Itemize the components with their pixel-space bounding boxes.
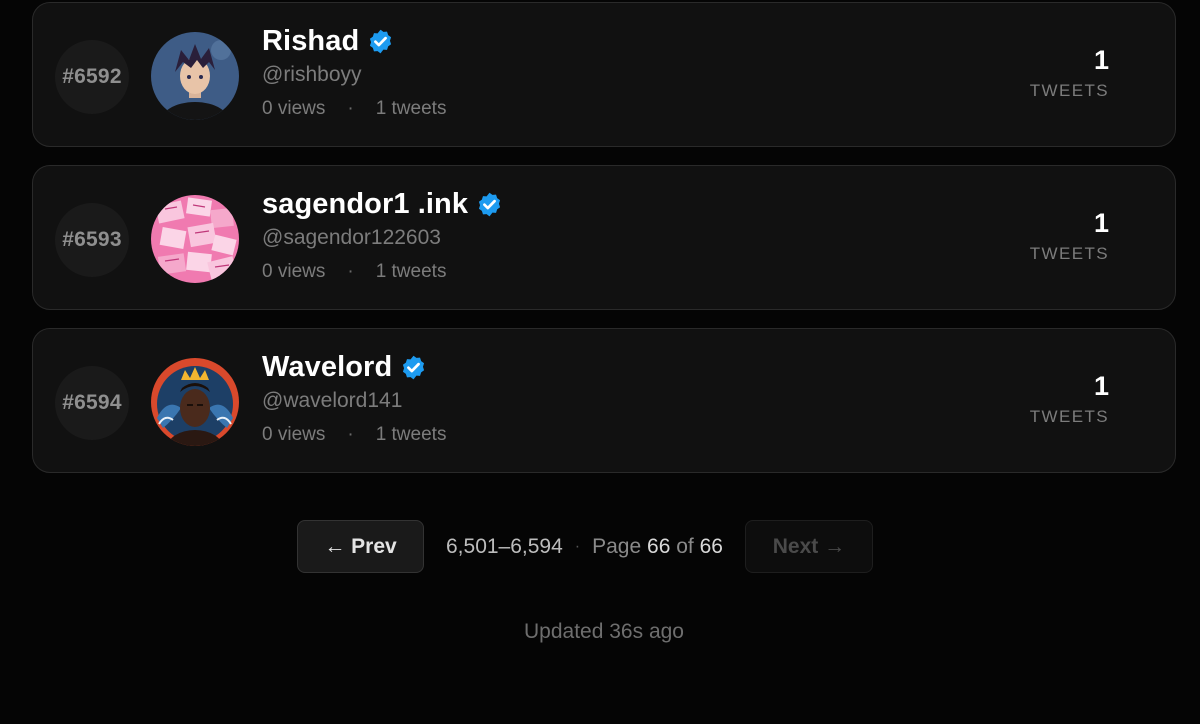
user-handle: @wavelord141 bbox=[262, 389, 403, 412]
user-name[interactable]: Rishad bbox=[262, 25, 359, 58]
page-indicator: Page 66 of 66 bbox=[592, 535, 723, 559]
leaderboard-row[interactable]: #6592 Rishad @rishboyy 0 views · 1 tweet… bbox=[32, 2, 1176, 147]
meta-separator: · bbox=[347, 424, 354, 445]
tweet-count-block: 1 TWEETS bbox=[1030, 206, 1109, 264]
user-name-row: Wavelord bbox=[262, 351, 427, 384]
current-page: 66 bbox=[647, 534, 671, 558]
leaderboard-row[interactable]: #6593 sagendor1 .ink @sagendor122603 0 v… bbox=[32, 165, 1176, 310]
last-updated-status: Updated 36s ago bbox=[524, 620, 684, 643]
meta-separator: · bbox=[347, 261, 354, 282]
pagination-separator: · bbox=[574, 537, 581, 555]
user-handle: @rishboyy bbox=[262, 63, 362, 86]
avatar[interactable] bbox=[151, 358, 239, 446]
result-range: 6,501–6,594 bbox=[446, 534, 563, 558]
user-stats: 0 views · 1 tweets bbox=[262, 424, 446, 446]
page-word: Page bbox=[592, 534, 642, 558]
user-name[interactable]: Wavelord bbox=[262, 351, 392, 384]
tweet-count-label: TWEETS bbox=[1029, 81, 1109, 100]
rank-badge: #6592 bbox=[55, 40, 129, 114]
leaderboard-page: #6592 Rishad @rishboyy 0 views · 1 tweet… bbox=[0, 0, 1200, 724]
avatar[interactable] bbox=[151, 195, 239, 283]
avatar[interactable] bbox=[151, 32, 239, 120]
tweet-count-block: 1 TWEETS bbox=[1030, 43, 1109, 101]
user-stats: 0 views · 1 tweets bbox=[262, 261, 446, 283]
views-count: 0 views bbox=[262, 98, 326, 119]
tweet-count-label: TWEETS bbox=[1029, 244, 1109, 263]
prev-page-button[interactable]: ← Prev bbox=[297, 520, 424, 573]
tweets-count: 1 tweets bbox=[375, 424, 447, 445]
user-stats: 0 views · 1 tweets bbox=[262, 98, 446, 120]
crowned-wave-avatar-icon bbox=[151, 358, 239, 446]
tweet-count-value: 1 bbox=[1093, 371, 1109, 401]
tweet-count-value: 1 bbox=[1093, 45, 1109, 75]
of-word: of bbox=[676, 534, 694, 558]
user-name-row: sagendor1 .ink bbox=[262, 188, 503, 221]
meta-separator: · bbox=[347, 98, 354, 119]
leaderboard-row[interactable]: #6594 Wavelord @wavelord141 0 views · 1 … bbox=[32, 328, 1176, 473]
rank-badge: #6593 bbox=[55, 203, 129, 277]
verified-badge-icon bbox=[403, 355, 425, 380]
pink-papers-avatar-icon bbox=[151, 195, 239, 283]
views-count: 0 views bbox=[262, 424, 326, 445]
total-pages: 66 bbox=[699, 534, 723, 558]
views-count: 0 views bbox=[262, 261, 326, 282]
next-page-button[interactable]: Next → bbox=[744, 520, 873, 573]
user-name-row: Rishad bbox=[262, 25, 394, 58]
tweets-count: 1 tweets bbox=[375, 261, 447, 282]
user-name[interactable]: sagendor1 .ink bbox=[262, 188, 468, 221]
tweet-count-block: 1 TWEETS bbox=[1030, 369, 1109, 427]
verified-badge-icon bbox=[370, 29, 392, 54]
user-handle: @sagendor122603 bbox=[262, 226, 441, 249]
tweet-count-label: TWEETS bbox=[1029, 407, 1109, 426]
pagination: ← Prev 6,501–6,594 · Page 66 of 66 Next … bbox=[297, 519, 873, 574]
tweets-count: 1 tweets bbox=[375, 98, 447, 119]
tweet-count-value: 1 bbox=[1093, 208, 1109, 238]
verified-badge-icon bbox=[479, 192, 501, 217]
anime-character-avatar-icon bbox=[151, 32, 239, 120]
rank-badge: #6594 bbox=[55, 366, 129, 440]
